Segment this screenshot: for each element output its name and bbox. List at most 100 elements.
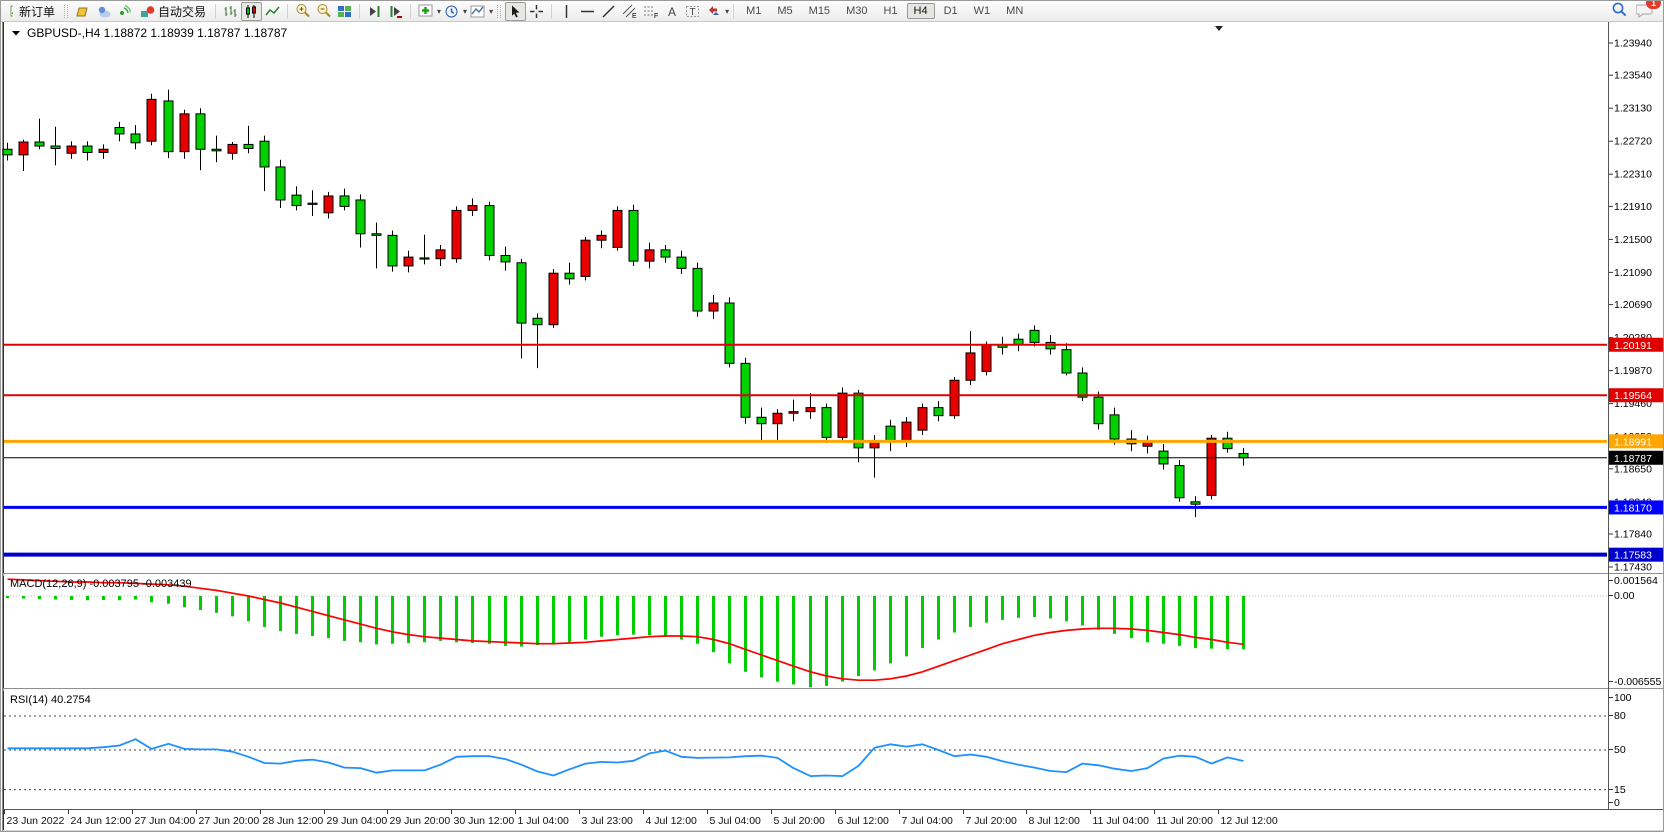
tile-windows-icon[interactable]	[334, 2, 355, 21]
arrows-dropdown-icon[interactable]: ▾	[725, 7, 729, 16]
macd-label: MACD(12,26,9) -0.003795 -0.003439	[10, 578, 192, 590]
autotrading-button[interactable]: 自动交易	[135, 3, 211, 19]
timeframe-button-w1[interactable]: W1	[967, 3, 998, 19]
equidistant-channel-icon[interactable]: E	[619, 2, 640, 21]
candle-body	[501, 255, 510, 261]
timeframe-button-d1[interactable]: D1	[937, 3, 965, 19]
auto-scroll-icon[interactable]	[364, 2, 385, 21]
fibonacci-icon[interactable]: F	[640, 2, 661, 21]
macd-bar	[1081, 596, 1084, 625]
macd-bar	[664, 596, 667, 637]
chart-area[interactable]: GBPUSD-,H4 1.18872 1.18939 1.18787 1.187…	[1, 1, 1664, 832]
candle-body	[228, 144, 237, 153]
timeframe-button-h4[interactable]: H4	[907, 3, 935, 19]
time-axis-label: 28 Jun 12:00	[263, 815, 324, 827]
toolbar-grip[interactable]	[64, 5, 68, 18]
svg-text:F: F	[654, 13, 658, 19]
candle-body	[67, 146, 76, 153]
rsi-axis-label: 80	[1614, 710, 1626, 722]
candle-body	[35, 142, 44, 146]
timeframe-button-m30[interactable]: M30	[839, 3, 874, 19]
new-order-button[interactable]: 新订单	[14, 3, 60, 19]
text-label-icon[interactable]: T	[682, 2, 703, 21]
toolbar: 新订单 自动交易	[1, 1, 1663, 22]
metaeditor-icon[interactable]	[72, 2, 93, 21]
macd-bar	[520, 596, 523, 647]
candle-body	[340, 196, 349, 206]
timeframe-button-mn[interactable]: MN	[999, 3, 1030, 19]
macd-bar	[841, 596, 844, 682]
macd-bar	[1049, 596, 1052, 618]
price-tick-label: 1.20690	[1614, 299, 1652, 311]
macd-bar	[1178, 596, 1181, 646]
macd-bar	[552, 596, 555, 644]
cursor-icon[interactable]	[505, 2, 526, 21]
macd-bar	[905, 596, 908, 656]
crosshair-icon[interactable]	[526, 2, 547, 21]
svg-text:A: A	[668, 5, 676, 19]
candle-body	[966, 353, 975, 380]
candle-body	[147, 99, 156, 141]
candle-body	[950, 380, 959, 415]
horizontal-line-icon[interactable]	[577, 2, 598, 21]
macd-bar	[22, 596, 25, 599]
arrows-icon[interactable]	[703, 2, 724, 21]
candle-body	[99, 149, 108, 152]
templates-dropdown-icon[interactable]: ▾	[489, 7, 493, 16]
macd-bar	[1097, 596, 1100, 630]
toolbar-grip[interactable]	[497, 5, 501, 18]
bar-chart-icon[interactable]	[220, 2, 241, 21]
zoom-out-icon[interactable]	[313, 2, 334, 21]
macd-bar	[455, 596, 458, 642]
price-tick-label: 1.17840	[1614, 528, 1652, 540]
separator	[215, 4, 216, 19]
macd-bar	[600, 596, 603, 637]
templates-icon[interactable]	[467, 2, 488, 21]
candle-body	[661, 250, 670, 257]
notification-badge: 1	[1646, 0, 1661, 9]
chart-shift-icon[interactable]	[385, 2, 406, 21]
macd-bar	[632, 596, 635, 635]
macd-bar	[199, 596, 202, 610]
text-icon[interactable]: A	[661, 2, 682, 21]
separator	[410, 4, 411, 19]
macd-bar	[1210, 596, 1213, 649]
candle-body	[757, 417, 766, 423]
line-chart-icon[interactable]	[262, 2, 283, 21]
candle-body	[645, 250, 654, 261]
rsi-axis-label: 15	[1614, 784, 1626, 796]
community-icon[interactable]	[93, 2, 114, 21]
notifications-icon[interactable]: 1	[1636, 2, 1654, 21]
periods-icon[interactable]	[441, 2, 462, 21]
price-tick-label: 1.23940	[1614, 38, 1652, 50]
time-axis-label: 3 Jul 23:00	[582, 815, 634, 827]
macd-bar	[102, 596, 105, 600]
price-tick-label: 1.17430	[1614, 561, 1652, 573]
macd-bar	[568, 596, 571, 642]
price-tick-label: 1.18650	[1614, 463, 1652, 475]
macd-bar	[247, 596, 250, 621]
separator	[733, 4, 734, 19]
macd-bar	[809, 596, 812, 687]
timeframe-button-m1[interactable]: M1	[739, 3, 768, 19]
macd-bar	[504, 596, 507, 646]
candle-body	[485, 206, 494, 256]
indicators-icon[interactable]	[415, 2, 436, 21]
candle-body	[1094, 397, 1103, 424]
signals-icon[interactable]	[114, 2, 135, 21]
price-badge-label: 1.20191	[1614, 340, 1652, 352]
timeframe-button-m15[interactable]: M15	[802, 3, 837, 19]
macd-axis-label: 0.001564	[1614, 575, 1658, 587]
trendline-icon[interactable]	[598, 2, 619, 21]
candlestick-chart-icon[interactable]	[241, 2, 262, 21]
candle-body	[613, 210, 622, 247]
candle-body	[677, 257, 686, 268]
search-icon[interactable]	[1611, 1, 1628, 21]
timeframe-button-h1[interactable]: H1	[876, 3, 904, 19]
macd-bar	[953, 596, 956, 633]
time-axis-label: 23 Jun 2022	[7, 815, 65, 827]
timeframe-button-m5[interactable]: M5	[770, 3, 799, 19]
zoom-in-icon[interactable]	[292, 2, 313, 21]
vertical-line-icon[interactable]	[556, 2, 577, 21]
separator	[359, 4, 360, 19]
